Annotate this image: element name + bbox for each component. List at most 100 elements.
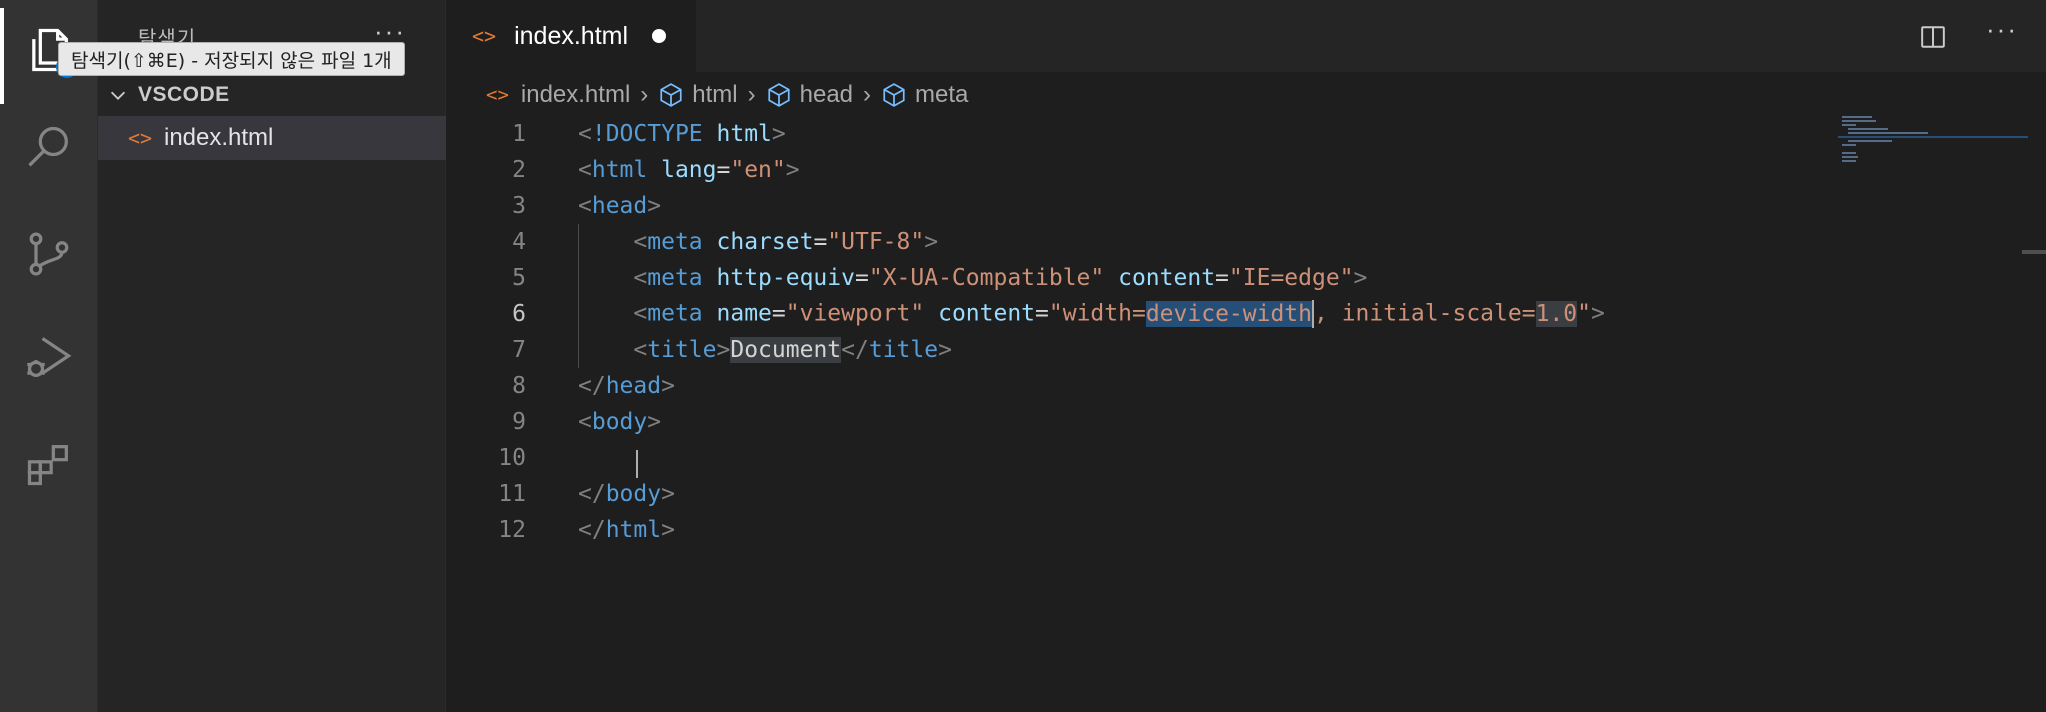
cube-icon: [883, 83, 905, 107]
breadcrumb-meta[interactable]: meta: [881, 81, 968, 109]
token: ": [1577, 300, 1591, 327]
code-text: </head>: [578, 373, 675, 399]
workspace-label: VSCODE: [138, 83, 230, 106]
scrollbar-thumb[interactable]: [2022, 250, 2046, 254]
code-text: </html>: [578, 517, 675, 543]
code-line: 11 </body>: [446, 476, 2006, 512]
token: title: [647, 337, 717, 363]
code-editor[interactable]: 1 <!DOCTYPE html> 2 <html lang="en"> 3 <…: [446, 116, 2046, 712]
line-number: 7: [512, 337, 526, 363]
minimap-line: [1842, 120, 1876, 122]
line-number: 6: [512, 301, 526, 327]
token: lang: [661, 157, 717, 183]
indent-guide: [636, 450, 638, 478]
code-text: </body>: [578, 481, 675, 507]
selected-text: device-width: [1145, 300, 1312, 327]
token: html: [605, 517, 662, 543]
code-text: <meta charset="UTF-8">: [633, 229, 939, 255]
more-actions-icon[interactable]: ···: [1986, 14, 2018, 45]
minimap-line: [1842, 152, 1856, 154]
token: "viewport": [785, 300, 925, 327]
breadcrumb-label: meta: [915, 81, 969, 108]
token: body: [605, 481, 662, 507]
extensions-icon: [23, 438, 75, 495]
breadcrumb: <> index.html › html › head › meta: [446, 78, 968, 112]
code-text: <head>: [578, 193, 662, 219]
git-branch-icon: [23, 228, 75, 285]
line-number: 5: [512, 265, 526, 291]
code-line-active: 6 <meta name="viewport" content="width=d…: [446, 296, 2006, 332]
token: "IE=edge": [1228, 265, 1354, 291]
minimap-line: [1848, 140, 1892, 142]
code-text: <title>Document</title>: [633, 337, 952, 363]
html-file-icon: <>: [486, 84, 509, 106]
highlighted-text: 1.0: [1535, 300, 1578, 327]
token: "width=: [1048, 300, 1146, 327]
tab-index-html[interactable]: <> index.html: [446, 0, 696, 72]
minimap[interactable]: [1838, 116, 2028, 196]
breadcrumb-file-label: index.html: [520, 81, 631, 108]
split-editor-icon[interactable]: [1920, 24, 1946, 50]
code-line: 9 <body>: [446, 404, 2006, 440]
line-number: 11: [498, 481, 526, 507]
chevron-right-icon: ›: [863, 81, 872, 108]
token: content: [938, 300, 1036, 327]
token: "en": [730, 157, 786, 183]
chevron-down-icon: [98, 84, 138, 106]
minimap-line: [1848, 132, 1928, 134]
code-line: 7 <title>Document</title>: [446, 332, 2006, 368]
breadcrumb-label: head: [799, 81, 854, 108]
file-item-index-html[interactable]: <> index.html: [98, 116, 446, 160]
tab-bar: <> index.html ···: [446, 0, 2046, 72]
breadcrumb-html[interactable]: html: [658, 81, 738, 109]
code-text: <body>: [578, 409, 662, 435]
token: meta: [647, 300, 703, 327]
workspace-section-header[interactable]: VSCODE: [98, 78, 446, 112]
run-debug-button[interactable]: [0, 308, 98, 412]
search-icon: [23, 122, 75, 179]
token: head: [591, 193, 648, 219]
breadcrumb-head[interactable]: head: [766, 81, 853, 109]
token: name: [716, 300, 772, 327]
html-file-icon: <>: [472, 24, 497, 48]
line-number: 9: [512, 409, 526, 435]
cube-icon: [660, 83, 682, 107]
minimap-line: [1848, 128, 1888, 130]
token: meta: [647, 229, 703, 255]
breadcrumb-file[interactable]: <> index.html: [486, 81, 630, 109]
activity-bar: [0, 0, 98, 712]
token: html: [716, 121, 772, 147]
token: body: [591, 409, 648, 435]
file-name: index.html: [164, 124, 274, 151]
line-number: 1: [512, 121, 526, 147]
chevron-right-icon: ›: [747, 81, 756, 108]
tab-label: index.html: [514, 21, 629, 50]
token: , initial-scale=: [1314, 300, 1536, 327]
extensions-button[interactable]: [0, 414, 98, 518]
minimap-line: [1842, 160, 1856, 162]
code-line: 4 <meta charset="UTF-8">: [446, 224, 2006, 260]
token: http-equiv: [716, 265, 855, 291]
code-line: 12 </html>: [446, 512, 2006, 548]
code-line: 3 <head>: [446, 188, 2006, 224]
token: "UTF-8": [827, 229, 925, 255]
breadcrumb-label: html: [692, 81, 738, 108]
line-number: 8: [512, 373, 526, 399]
minimap-line: [1842, 124, 1856, 126]
code-text: <meta name="viewport" content="width=dev…: [633, 300, 1605, 328]
source-control-button[interactable]: [0, 204, 98, 308]
highlighted-text: Document: [730, 337, 842, 363]
code-line: 10: [446, 440, 2006, 478]
token: head: [605, 373, 662, 399]
token: !DOCTYPE: [591, 121, 703, 147]
token: content: [1118, 265, 1216, 291]
search-button[interactable]: [0, 98, 98, 202]
html-file-icon: <>: [128, 126, 153, 150]
unsaved-dot-icon[interactable]: [652, 29, 667, 43]
token: html: [591, 157, 648, 183]
token: charset: [716, 229, 814, 255]
line-number: 3: [512, 193, 526, 219]
minimap-line: [1842, 116, 1872, 118]
minimap-line: [1838, 136, 2028, 138]
explorer-tooltip: 탐색기(⇧⌘E) - 저장되지 않은 파일 1개: [58, 42, 405, 76]
